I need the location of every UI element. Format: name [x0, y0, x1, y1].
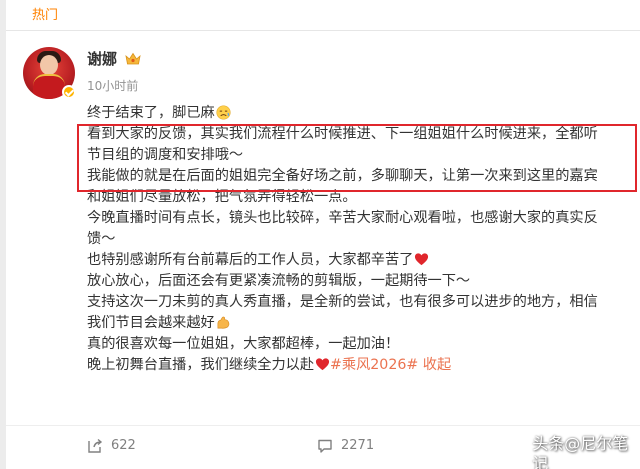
share-count: 622 [111, 438, 136, 453]
post-line: 也特别感谢所有台前幕后的工作人员，大家都辛苦了 [87, 250, 625, 271]
collapse-link[interactable]: 收起 [423, 357, 451, 373]
post-line: 真的很喜欢每一位姐姐，大家都超棒，一起加油！ [87, 336, 400, 352]
post-line: 我们节目会越来越好 [87, 313, 625, 334]
post-line-text: 也特别感谢所有台前幕后的工作人员，大家都辛苦了 [87, 252, 414, 268]
post-line: 终于结束了，脚已麻 [87, 103, 625, 124]
hot-tab[interactable]: 热门 [32, 8, 58, 24]
heart-icon [315, 358, 330, 371]
post-line: 支持这次一刀未剪的真人秀直播，是全新的尝试，也有很多可以进步的地方，相信 [87, 294, 598, 310]
post-line: 放心放心，后面还会有更紧凑流畅的剪辑版，一起期待一下～ [87, 273, 471, 289]
comment-count: 2271 [341, 438, 375, 453]
comment-icon [318, 439, 332, 453]
post-line-text: 我们节目会越来越好 [87, 315, 215, 331]
crown-icon [125, 52, 141, 65]
share-button[interactable]: 622 [87, 438, 136, 454]
post-line-text: 终于结束了，脚已麻 [87, 105, 215, 121]
post-time[interactable]: 10小时前 [87, 79, 138, 93]
post-line-text: 晚上初舞台直播，我们继续全力以赴 [87, 357, 315, 373]
divider [6, 425, 640, 426]
divider [6, 30, 640, 31]
topic-link[interactable]: #乘风2026# [330, 357, 418, 373]
highlight-box [77, 124, 637, 192]
strong-arm-emoji-icon [217, 316, 229, 329]
post-line: 晚上初舞台直播，我们继续全力以赴 #乘风2026# 收起 [87, 355, 625, 376]
toutiao-logo-icon [509, 444, 529, 464]
share-icon [88, 438, 103, 453]
avatar-face [40, 55, 58, 75]
post-line: 今晚直播时间有点长，镜头也比较碎，辛苦大家耐心观看啦，也感谢大家的真实反 [87, 210, 598, 226]
post-card: 热门 谢娜 10小时前 终于结束了，脚已麻 看到大家的反馈，其实我们流程什么时候… [6, 0, 640, 469]
tired-face-emoji-icon [216, 105, 231, 120]
author-name[interactable]: 谢娜 [87, 50, 117, 68]
verified-badge-icon [62, 85, 76, 99]
comment-button[interactable]: 2271 [317, 438, 374, 454]
watermark: 头条@尼尔笔记 [509, 434, 640, 469]
post-line: 馈～ [87, 231, 116, 247]
avatar-body [33, 74, 65, 99]
watermark-text: 头条@尼尔笔记 [532, 434, 629, 469]
heart-icon [415, 253, 429, 266]
